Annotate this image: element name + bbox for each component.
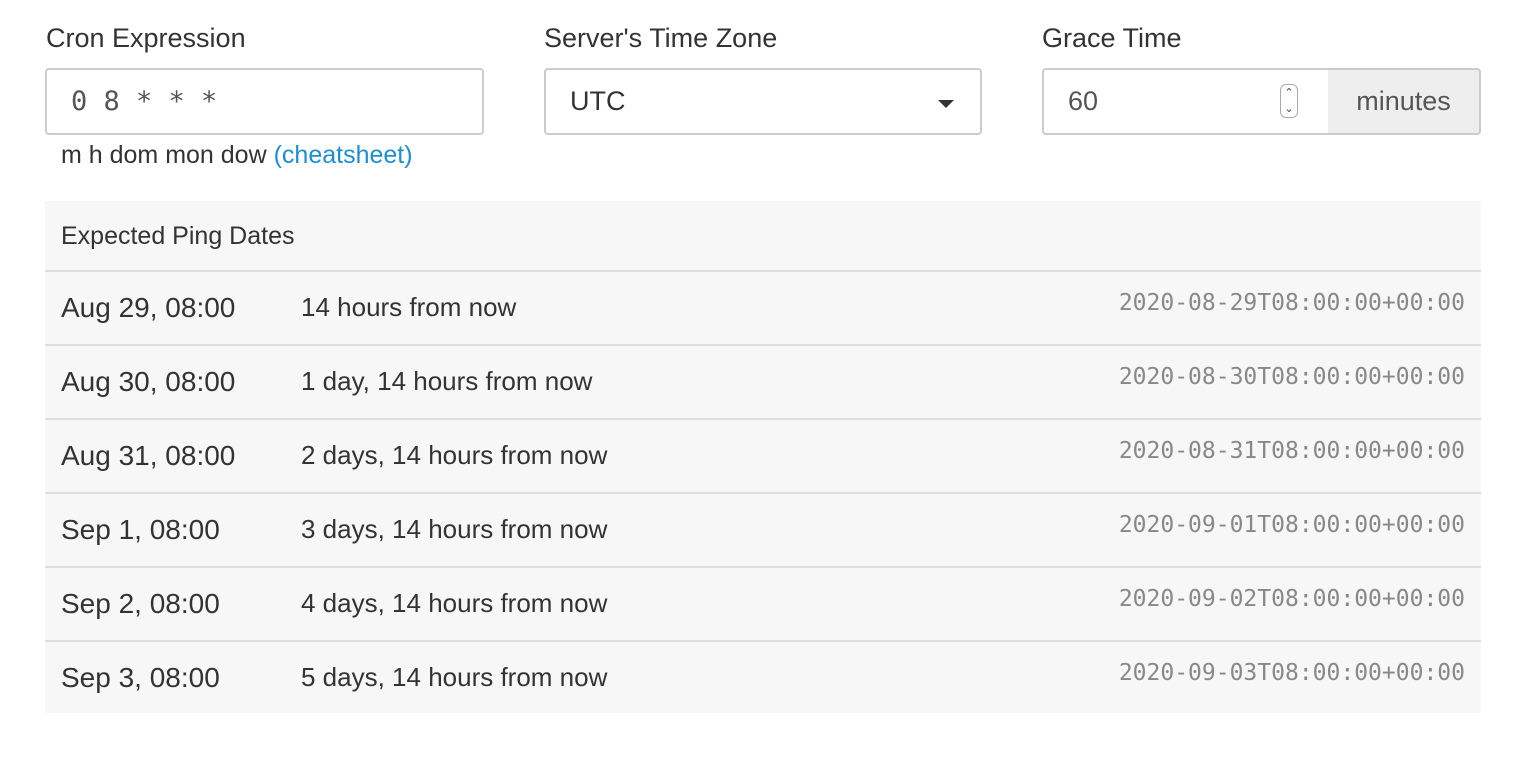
ping-iso-timestamp: 2020-08-29T08:00:00+00:00 xyxy=(1118,290,1465,316)
ping-row: Sep 2, 08:00 4 days, 14 hours from now 2… xyxy=(45,568,1481,642)
timezone-select[interactable]: UTC xyxy=(544,68,982,135)
ping-date: Sep 1, 08:00 xyxy=(61,514,220,545)
ping-relative-time: 4 days, 14 hours from now xyxy=(301,588,608,618)
expected-ping-dates-panel: Expected Ping Dates Aug 29, 08:00 14 hou… xyxy=(45,201,1481,713)
timezone-selected-value: UTC xyxy=(570,86,626,116)
ping-iso-timestamp: 2020-08-31T08:00:00+00:00 xyxy=(1118,438,1465,464)
cron-expression-label: Cron Expression xyxy=(46,23,246,53)
cron-expression-input[interactable] xyxy=(45,68,484,135)
ping-date: Aug 29, 08:00 xyxy=(61,292,236,323)
grace-time-label: Grace Time xyxy=(1042,23,1182,53)
ping-iso-timestamp: 2020-08-30T08:00:00+00:00 xyxy=(1118,364,1465,390)
panel-title: Expected Ping Dates xyxy=(45,201,1481,272)
ping-row: Aug 30, 08:00 1 day, 14 hours from now 2… xyxy=(45,346,1481,420)
ping-iso-timestamp: 2020-09-01T08:00:00+00:00 xyxy=(1118,512,1465,538)
ping-row: Aug 31, 08:00 2 days, 14 hours from now … xyxy=(45,420,1481,494)
spinner-up-icon[interactable]: ⌃ xyxy=(1284,87,1293,99)
ping-row: Sep 3, 08:00 5 days, 14 hours from now 2… xyxy=(45,642,1481,714)
caret-down-icon xyxy=(938,100,954,108)
grace-time-input[interactable]: 60 ⌃ ⌄ xyxy=(1042,68,1330,135)
ping-date: Sep 3, 08:00 xyxy=(61,662,220,693)
ping-list: Aug 29, 08:00 14 hours from now 2020-08-… xyxy=(45,272,1481,714)
ping-row: Aug 29, 08:00 14 hours from now 2020-08-… xyxy=(45,272,1481,346)
timezone-label: Server's Time Zone xyxy=(544,23,778,53)
ping-date: Aug 30, 08:00 xyxy=(61,366,236,397)
grace-time-unit: minutes xyxy=(1328,68,1481,135)
ping-date: Aug 31, 08:00 xyxy=(61,440,236,471)
spinner-down-icon[interactable]: ⌄ xyxy=(1284,103,1293,115)
cheatsheet-link[interactable]: (cheatsheet) xyxy=(274,141,413,169)
ping-relative-time: 5 days, 14 hours from now xyxy=(301,662,608,692)
ping-relative-time: 2 days, 14 hours from now xyxy=(301,440,608,470)
ping-date: Sep 2, 08:00 xyxy=(61,588,220,619)
number-spinner-icon[interactable]: ⌃ ⌄ xyxy=(1280,84,1298,118)
ping-relative-time: 3 days, 14 hours from now xyxy=(301,514,608,544)
cron-help-text: m h dom mon dow (cheatsheet) xyxy=(61,140,413,170)
ping-relative-time: 14 hours from now xyxy=(301,292,517,322)
ping-relative-time: 1 day, 14 hours from now xyxy=(301,366,593,396)
cron-fields-hint: m h dom mon dow xyxy=(61,141,267,169)
ping-iso-timestamp: 2020-09-02T08:00:00+00:00 xyxy=(1118,586,1465,612)
ping-iso-timestamp: 2020-09-03T08:00:00+00:00 xyxy=(1118,660,1465,686)
ping-row: Sep 1, 08:00 3 days, 14 hours from now 2… xyxy=(45,494,1481,568)
grace-time-value: 60 xyxy=(1068,86,1099,116)
